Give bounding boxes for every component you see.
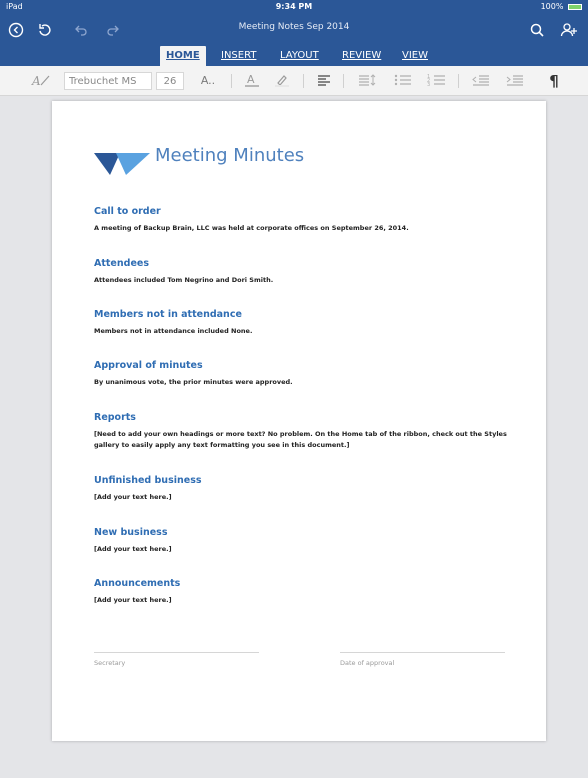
section-body: By unanimous vote, the prior minutes wer…	[94, 378, 293, 386]
section-attendees[interactable]: Attendees Attendees included Tom Negrino…	[94, 258, 514, 286]
ribbon-tabs: HOME INSERT LAYOUT REVIEW VIEW	[0, 44, 588, 66]
section-body: A meeting of Backup Brain, LLC was held …	[94, 224, 409, 232]
clock: 9:34 PM	[275, 2, 313, 11]
battery-icon	[568, 3, 582, 10]
section-title: Call to order	[94, 206, 161, 217]
section-title: New business	[94, 527, 168, 538]
document-page[interactable]: Meeting Minutes Call to order A meeting …	[52, 101, 546, 741]
section-title: Announcements	[94, 578, 181, 589]
ribbon-divider	[343, 74, 344, 88]
search-icon[interactable]	[528, 22, 546, 40]
section-approval[interactable]: Approval of minutes By unanimous vote, t…	[94, 360, 514, 388]
ribbon-divider	[303, 74, 304, 88]
section-title: Reports	[94, 412, 136, 423]
home-ribbon: A Trebuchet MS 26 A.. A 123 ¶	[0, 66, 588, 96]
section-members-absent[interactable]: Members not in attendance Members not in…	[94, 309, 514, 337]
logo-icon	[94, 153, 150, 175]
styles-icon[interactable]: A	[30, 72, 52, 90]
bullets-icon[interactable]	[392, 72, 414, 90]
battery-status: 100%	[541, 2, 582, 11]
section-reports[interactable]: Reports [Need to add your own headings o…	[94, 412, 514, 451]
section-title: Attendees	[94, 258, 149, 269]
increase-indent-icon[interactable]	[504, 72, 526, 90]
secretary-label: Secretary	[94, 659, 126, 667]
font-name-field[interactable]: Trebuchet MS	[64, 72, 152, 90]
document-heading[interactable]: Meeting Minutes	[155, 145, 304, 166]
section-call-to-order[interactable]: Call to order A meeting of Backup Brain,…	[94, 206, 514, 234]
section-announcements[interactable]: Announcements [Add your text here.]	[94, 578, 514, 606]
font-size-field[interactable]: 26	[156, 72, 184, 90]
secretary-signature-line	[94, 652, 259, 653]
approval-date-label: Date of approval	[340, 659, 395, 667]
numbering-icon[interactable]: 123	[426, 72, 448, 90]
svg-text:A: A	[247, 73, 255, 86]
ribbon-divider	[231, 74, 232, 88]
ribbon-divider	[458, 74, 459, 88]
section-body: [Add your text here.]	[94, 545, 172, 553]
battery-percent: 100%	[540, 2, 564, 11]
section-title: Unfinished business	[94, 475, 202, 486]
tab-view[interactable]: VIEW	[396, 46, 434, 66]
highlighter-icon[interactable]	[272, 72, 292, 90]
status-bar: iPad 9:34 PM 100%	[0, 0, 588, 14]
section-body: [Need to add your own headings or more t…	[94, 430, 507, 449]
document-title: Meeting Notes Sep 2014	[238, 22, 350, 32]
section-title: Members not in attendance	[94, 309, 242, 320]
font-more-button[interactable]: A..	[196, 72, 220, 90]
tab-review[interactable]: REVIEW	[336, 46, 387, 66]
font-color-icon[interactable]: A	[242, 72, 262, 90]
align-left-icon[interactable]	[314, 72, 334, 90]
section-body: [Add your text here.]	[94, 596, 172, 604]
approval-date-line	[340, 652, 505, 653]
svg-text:3: 3	[427, 82, 430, 88]
section-body: Members not in attendance included None.	[94, 327, 253, 335]
tab-home[interactable]: HOME	[160, 46, 206, 66]
add-person-icon[interactable]	[560, 22, 578, 40]
tab-layout[interactable]: LAYOUT	[274, 46, 325, 66]
section-body: [Add your text here.]	[94, 493, 172, 501]
section-unfinished-business[interactable]: Unfinished business [Add your text here.…	[94, 475, 514, 503]
section-title: Approval of minutes	[94, 360, 203, 371]
line-spacing-icon[interactable]	[356, 72, 378, 90]
tab-insert[interactable]: INSERT	[215, 46, 262, 66]
section-new-business[interactable]: New business [Add your text here.]	[94, 527, 514, 555]
decrease-indent-icon[interactable]	[470, 72, 492, 90]
section-body: Attendees included Tom Negrino and Dori …	[94, 276, 274, 284]
app-title-bar: iPad 9:34 PM 100% Meeting Notes Sep 2014…	[0, 0, 588, 66]
svg-text:A: A	[31, 74, 41, 88]
pilcrow-icon[interactable]: ¶	[544, 72, 564, 90]
